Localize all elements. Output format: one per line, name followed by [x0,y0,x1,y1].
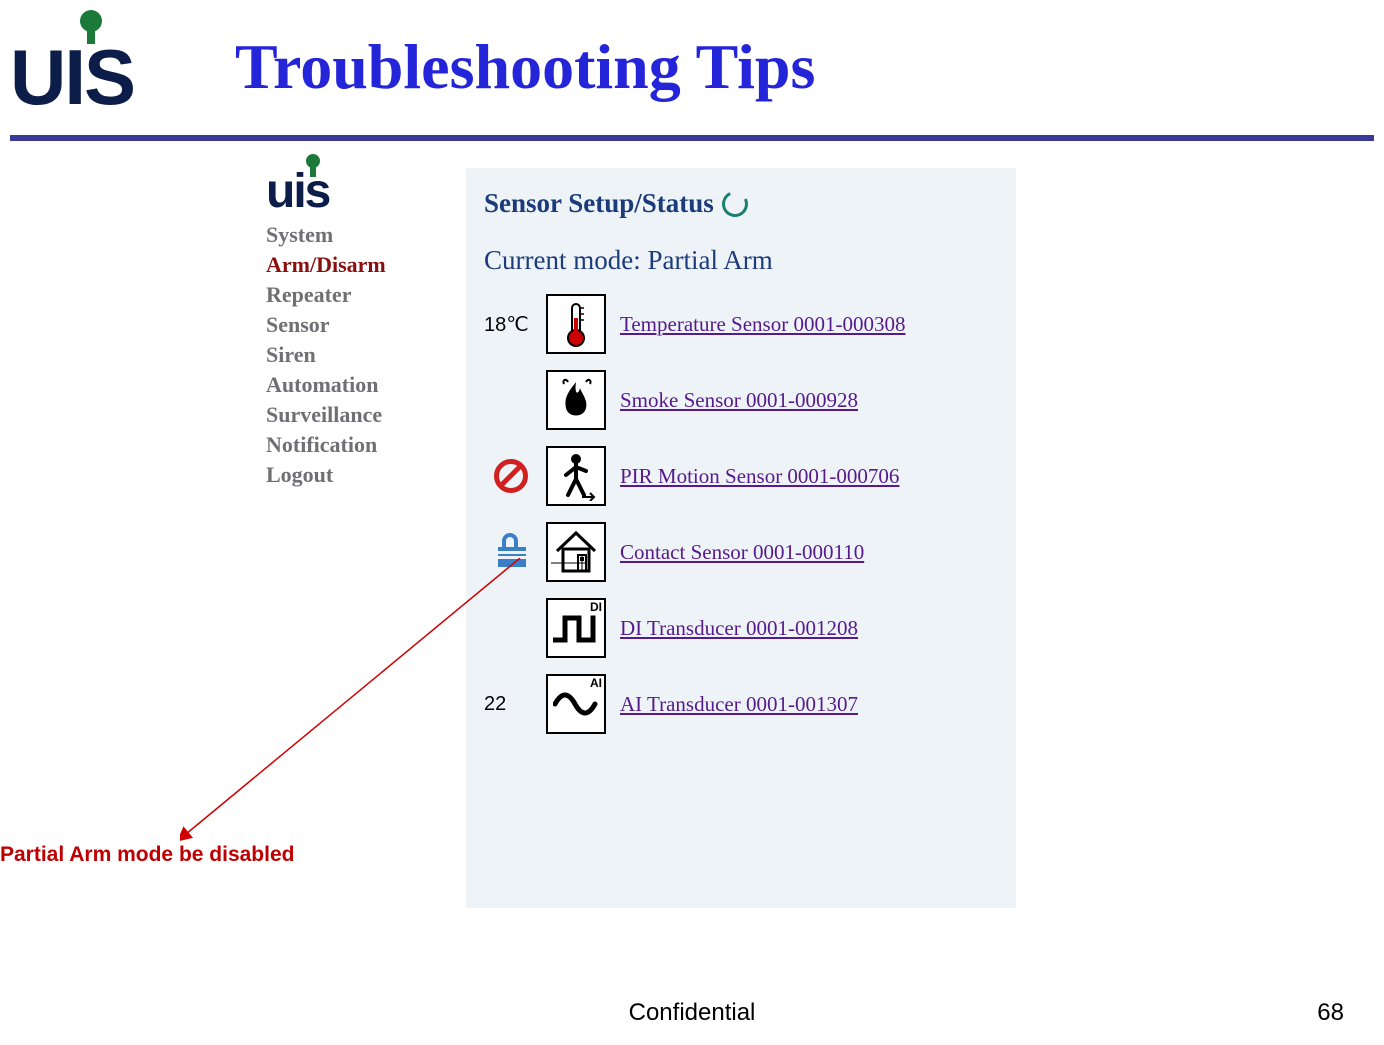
sidebar-item-system[interactable]: System [266,222,466,248]
slide-logo: UIS [10,10,170,115]
sidebar-item-siren[interactable]: Siren [266,342,466,368]
app-logo-text: uis [266,165,329,218]
prohibit-icon [494,459,528,493]
sensor-row-smoke: Smoke Sensor 0001-000928 [484,362,998,438]
sensor-link-di[interactable]: DI Transducer 0001-001208 [620,616,858,641]
app-screenshot: uis System Arm/Disarm Repeater Sensor Si… [266,168,1016,908]
sensor-row-ai: 22 AI AI Transducer 0001-001307 [484,666,998,742]
sensor-link-pir[interactable]: PIR Motion Sensor 0001-000706 [620,464,899,489]
di-icon: DI [546,598,606,658]
sensor-link-smoke[interactable]: Smoke Sensor 0001-000928 [620,388,858,413]
sidebar-item-repeater[interactable]: Repeater [266,282,466,308]
sensor-link-contact[interactable]: Contact Sensor 0001-000110 [620,540,864,565]
app-logo: uis [266,168,466,216]
sensor-row-di: DI DI Transducer 0001-001208 [484,590,998,666]
sidebar-item-logout[interactable]: Logout [266,462,466,488]
sensor-row-temperature: 18℃ Temperature Sensor 0001-000308 [484,286,998,362]
sensor-link-temperature[interactable]: Temperature Sensor 0001-000308 [620,312,905,337]
sidebar-item-sensor[interactable]: Sensor [266,312,466,338]
motion-icon [546,446,606,506]
divider [10,135,1374,141]
lock-icon [498,547,526,567]
panel-title: Sensor Setup/Status [484,188,998,219]
sensor-status-ai: 22 [484,693,546,716]
slide-title: Troubleshooting Tips [235,30,815,104]
sensor-row-contact: Contact Sensor 0001-000110 [484,514,998,590]
app-sidebar: uis System Arm/Disarm Repeater Sensor Si… [266,168,466,908]
sensor-row-pir: PIR Motion Sensor 0001-000706 [484,438,998,514]
sidebar-item-notification[interactable]: Notification [266,432,466,458]
app-main-panel: Sensor Setup/Status Current mode: Partia… [466,168,1016,908]
sensor-status-contact [484,537,546,567]
fire-icon [546,370,606,430]
footer-page-number: 68 [1317,999,1344,1027]
refresh-icon[interactable] [718,187,751,220]
sidebar-item-arm-disarm[interactable]: Arm/Disarm [266,252,466,278]
current-mode: Current mode: Partial Arm [484,245,998,276]
callout-text: Partial Arm mode be disabled [0,843,294,867]
sensor-link-ai[interactable]: AI Transducer 0001-001307 [620,692,858,717]
sensor-status-temperature: 18℃ [484,312,546,337]
ai-icon: AI [546,674,606,734]
panel-title-text: Sensor Setup/Status [484,188,714,219]
sensor-status-pir [484,459,546,493]
footer-confidential: Confidential [0,999,1384,1027]
thermometer-icon [546,294,606,354]
slide-logo-text: UIS [10,32,134,123]
sidebar-item-automation[interactable]: Automation [266,372,466,398]
house-icon [546,522,606,582]
sidebar-item-surveillance[interactable]: Surveillance [266,402,466,428]
